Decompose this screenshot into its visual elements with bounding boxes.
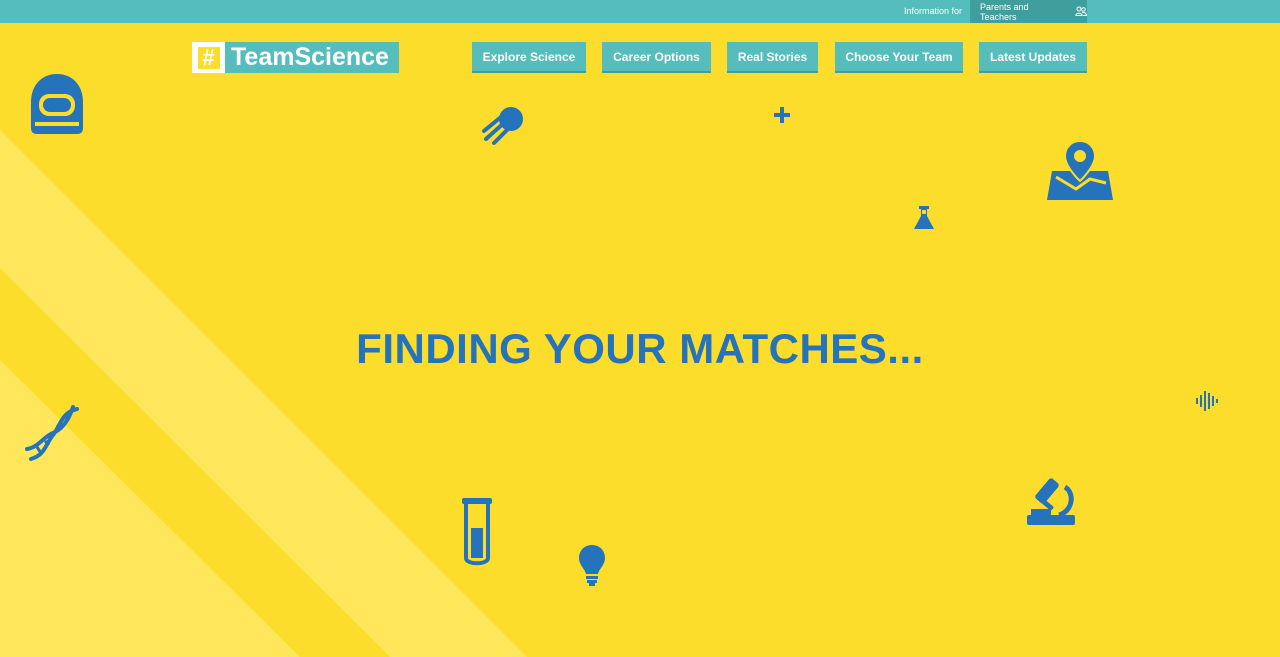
microscope-icon xyxy=(1027,475,1077,527)
nav-choose-your-team[interactable]: Choose Your Team xyxy=(835,42,963,73)
finding-matches-headline: FINDING YOUR MATCHES... xyxy=(356,325,924,372)
logo-wordmark: TeamScience xyxy=(225,42,399,73)
plus-icon xyxy=(773,106,791,124)
logo-hash-mark: # xyxy=(192,42,225,73)
lightbulb-icon xyxy=(577,543,607,587)
people-icon xyxy=(1075,6,1087,18)
top-utility-bar: Information for Parents and Teachers xyxy=(0,0,1280,23)
nav-explore-science[interactable]: Explore Science xyxy=(472,42,586,73)
astronaut-helmet-icon xyxy=(29,72,85,136)
dna-icon xyxy=(25,405,81,463)
audience-link-label: Parents and Teachers xyxy=(980,1,1029,22)
map-pin-icon xyxy=(1046,139,1114,201)
nav-career-options[interactable]: Career Options xyxy=(602,42,711,73)
flask-icon xyxy=(913,205,935,231)
information-for-label: Information for xyxy=(903,6,962,16)
soundwave-icon xyxy=(1195,390,1219,412)
comet-icon xyxy=(481,104,525,146)
teamscience-logo[interactable]: # TeamScience xyxy=(192,42,399,73)
parents-and-teachers-link[interactable]: Parents and Teachers xyxy=(970,0,1087,23)
nav-real-stories[interactable]: Real Stories xyxy=(727,42,818,73)
nav-latest-updates[interactable]: Latest Updates xyxy=(979,42,1087,73)
test-tube-icon xyxy=(461,496,493,570)
